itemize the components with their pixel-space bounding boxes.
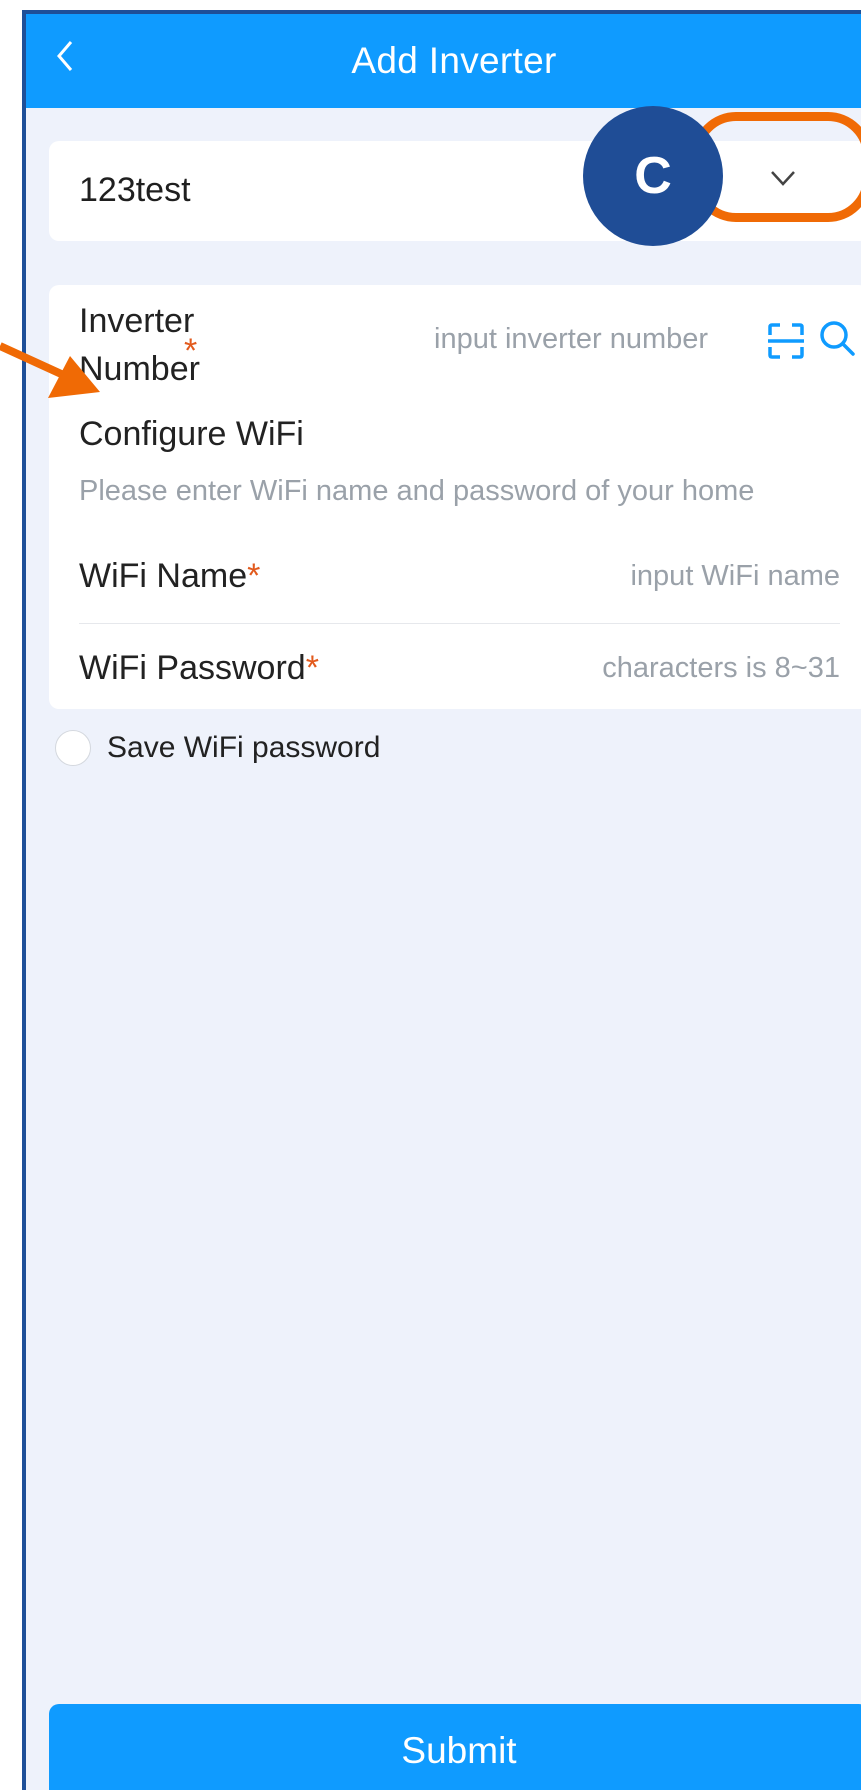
- submit-button[interactable]: Submit: [49, 1704, 861, 1790]
- required-mark: *: [247, 557, 261, 595]
- wifi-password-input[interactable]: characters is 8~31: [602, 652, 840, 685]
- save-wifi-radio[interactable]: [55, 730, 91, 766]
- wifi-name-label: WiFi Name*: [79, 557, 260, 596]
- search-icon[interactable]: [816, 317, 858, 359]
- annotation-badge: C: [583, 106, 723, 246]
- inverter-required-mark: *: [184, 332, 198, 370]
- annotation-arrow-icon: [0, 342, 100, 398]
- configure-wifi-title: Configure WiFi: [79, 415, 304, 453]
- save-wifi-password-option[interactable]: Save WiFi password: [55, 726, 380, 770]
- wifi-password-label-text: WiFi Password: [79, 649, 306, 687]
- configure-wifi-description: Please enter WiFi name and password of y…: [79, 475, 755, 507]
- plant-name: 123test: [79, 171, 191, 209]
- inverter-number-input[interactable]: input inverter number: [434, 323, 708, 356]
- wifi-name-input[interactable]: input WiFi name: [630, 560, 840, 593]
- top-app-bar: Add Inverter: [26, 14, 861, 108]
- scan-icon[interactable]: [766, 321, 806, 361]
- wifi-name-label-text: WiFi Name: [79, 557, 248, 595]
- inverter-form-card: Inverter Number input inverter number Co…: [49, 285, 861, 709]
- wifi-password-label: WiFi Password*: [79, 649, 319, 688]
- required-mark: *: [305, 649, 319, 687]
- divider: [79, 623, 840, 624]
- chevron-down-icon[interactable]: [768, 166, 798, 190]
- app-screen: Add Inverter 123test Inverter Number inp…: [22, 10, 861, 1790]
- save-wifi-password-label: Save WiFi password: [107, 731, 381, 764]
- page-title: Add Inverter: [351, 40, 557, 81]
